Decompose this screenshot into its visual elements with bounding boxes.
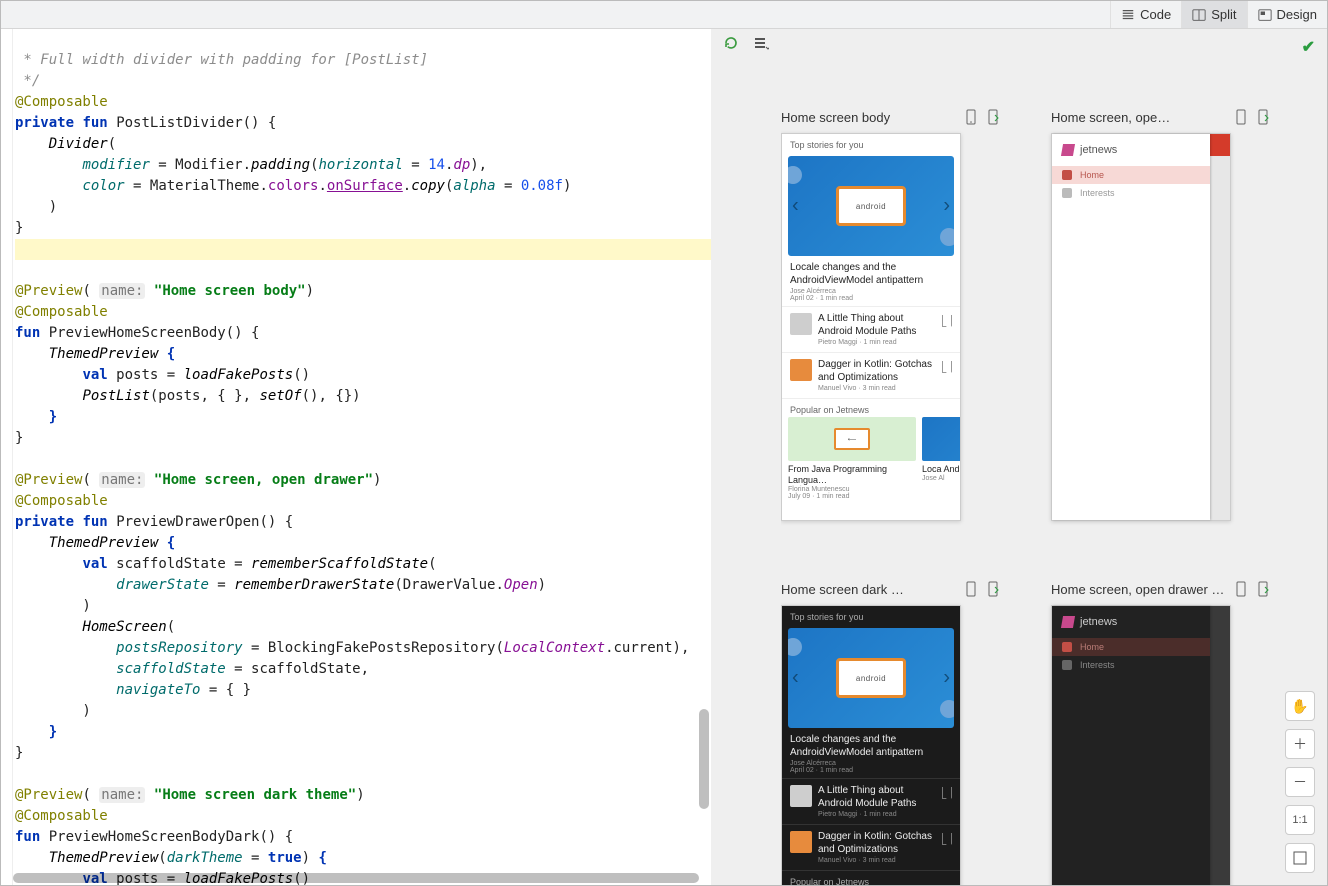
interactive-preview-icon[interactable] xyxy=(985,581,1001,597)
deploy-preview-icon[interactable] xyxy=(1233,109,1249,125)
list-icon xyxy=(1062,660,1072,670)
interactive-preview-icon[interactable] xyxy=(1255,109,1271,125)
app-logo-icon xyxy=(1061,616,1075,628)
preview-zoom-controls: ✋ ＋ － 1:1 xyxy=(1285,691,1315,873)
post-author: Jose Alcérreca xyxy=(790,288,952,295)
chevron-right-icon: › xyxy=(943,667,950,690)
hero-image: ‹ android › xyxy=(788,156,954,256)
zoom-fit-button[interactable] xyxy=(1285,843,1315,873)
thumbnail xyxy=(790,313,812,335)
lines-icon xyxy=(1121,8,1135,22)
card: ⟵ From Java Programming Langua… Florina … xyxy=(788,417,916,500)
list-item: Dagger in Kotlin: Gotchas and Optimizati… xyxy=(782,352,960,398)
split-icon xyxy=(1192,8,1206,22)
check-icon: ✔ xyxy=(1302,39,1315,56)
preview-name: Home screen body xyxy=(781,110,957,125)
tab-label: Split xyxy=(1211,7,1236,22)
preview-device-dark[interactable]: Top stories for you ‹ android › Locale c… xyxy=(781,605,961,885)
view-tab-code[interactable]: Code xyxy=(1110,1,1181,28)
design-icon xyxy=(1258,8,1272,22)
preview-toolbar xyxy=(723,35,769,56)
home-icon xyxy=(1062,170,1072,180)
tab-label: Code xyxy=(1140,7,1171,22)
card: Loca Andr Jose Al xyxy=(922,417,960,500)
nav-drawer: jetnews Home Interests xyxy=(1052,134,1210,520)
deploy-preview-icon[interactable] xyxy=(1233,581,1249,597)
interactive-preview-icon[interactable] xyxy=(1255,581,1271,597)
preview-canvas[interactable]: Home screen body Top stories for you ‹ a… xyxy=(781,109,1307,885)
zoom-reset-button[interactable]: 1:1 xyxy=(1285,805,1315,835)
nav-item-home: Home xyxy=(1052,166,1210,184)
code-content: * Full width divider with padding for [P… xyxy=(15,29,711,885)
post-title: Locale changes and the AndroidViewModel … xyxy=(790,262,952,287)
list-item: A Little Thing about Android Module Path… xyxy=(782,306,960,352)
zoom-in-button[interactable]: ＋ xyxy=(1285,729,1315,759)
deploy-preview-icon[interactable] xyxy=(963,109,979,125)
zoom-out-button[interactable]: － xyxy=(1285,767,1315,797)
bookmark-icon xyxy=(942,315,952,327)
editor-scrollbar-horizontal[interactable] xyxy=(13,873,699,883)
editor-gutter xyxy=(1,29,13,885)
interactive-preview-icon[interactable] xyxy=(985,109,1001,125)
preview-name: Home screen dark … xyxy=(781,582,957,597)
section-header: Top stories for you xyxy=(782,606,960,626)
app-bar xyxy=(1208,134,1230,156)
settings-icon[interactable] xyxy=(753,35,769,56)
editor-scrollbar-vertical[interactable] xyxy=(699,709,709,809)
chevron-left-icon: ‹ xyxy=(792,195,799,218)
preview-device-drawer-dark[interactable]: jetnews Home Interests xyxy=(1051,605,1231,885)
scrim xyxy=(1208,628,1230,885)
hero-image: ‹ android › xyxy=(788,628,954,728)
scrim xyxy=(1208,156,1230,520)
code-editor[interactable]: ✔ 4 ⌃ ⌄ * Full width divider with paddin… xyxy=(1,29,711,885)
chevron-right-icon: › xyxy=(943,195,950,218)
post-meta: April 02 · 1 min read xyxy=(790,295,952,302)
view-tab-design[interactable]: Design xyxy=(1247,1,1327,28)
tab-label: Design xyxy=(1277,7,1317,22)
home-icon xyxy=(1062,642,1072,652)
section-header: Top stories for you xyxy=(782,134,960,154)
pan-tool-button[interactable]: ✋ xyxy=(1285,691,1315,721)
bookmark-icon xyxy=(942,361,952,373)
app-bar xyxy=(1208,606,1230,628)
view-mode-toolbar: Code Split Design xyxy=(1,1,1327,29)
nav-item-interests: Interests xyxy=(1052,184,1210,202)
chevron-left-icon: ‹ xyxy=(792,667,799,690)
nav-item-interests: Interests xyxy=(1052,656,1210,674)
list-icon xyxy=(1062,188,1072,198)
refresh-icon[interactable] xyxy=(723,35,739,56)
nav-drawer: jetnews Home Interests xyxy=(1052,606,1210,885)
section-header: Popular on Jetnews xyxy=(782,398,960,417)
preview-pane: ✔ Home screen body Top stories for you xyxy=(711,29,1327,885)
app-logo-icon xyxy=(1061,144,1075,156)
preview-name: Home screen, open drawer dar… xyxy=(1051,582,1227,597)
deploy-preview-icon[interactable] xyxy=(963,581,979,597)
preview-device-drawer-light[interactable]: jetnews Home Interests xyxy=(1051,133,1231,521)
preview-device-light[interactable]: Top stories for you ‹ android › Locale c… xyxy=(781,133,961,521)
preview-name: Home screen, ope… xyxy=(1051,110,1227,125)
preview-status-ok[interactable]: ✔ xyxy=(1302,37,1315,57)
thumbnail xyxy=(790,359,812,381)
view-tab-split[interactable]: Split xyxy=(1181,1,1246,28)
nav-item-home: Home xyxy=(1052,638,1210,656)
